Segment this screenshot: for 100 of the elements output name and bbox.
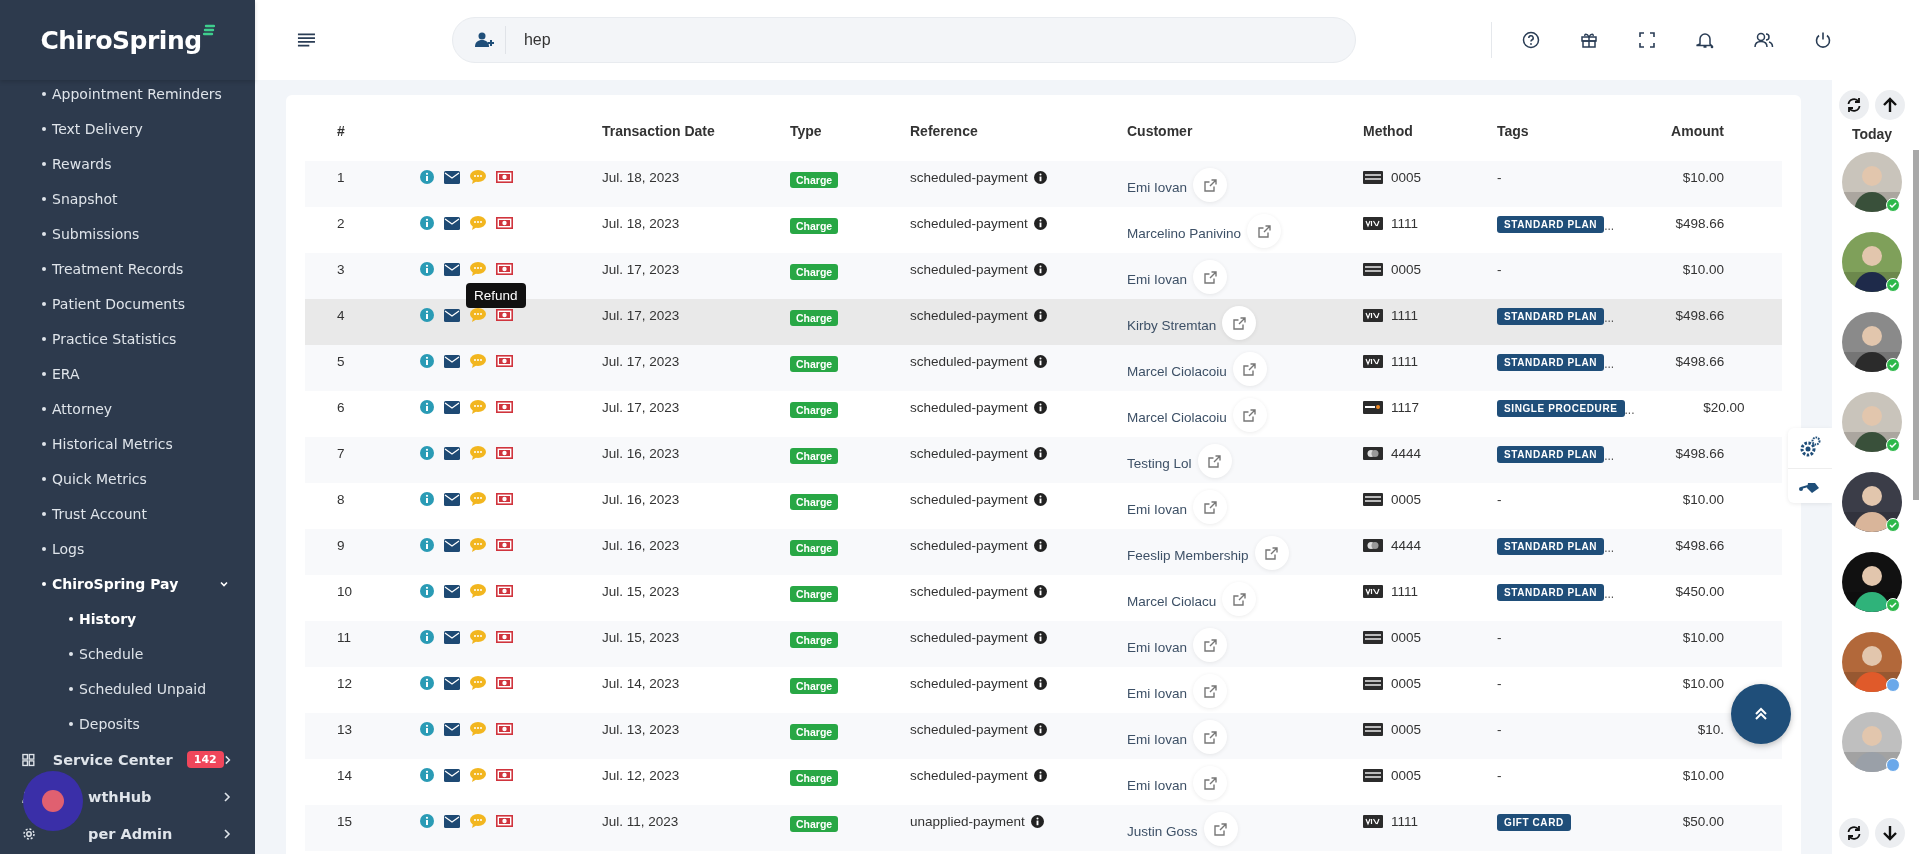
info-icon[interactable] xyxy=(1033,769,1047,782)
gears-icon[interactable] xyxy=(1799,436,1821,458)
info-icon[interactable] xyxy=(1033,263,1047,276)
customer-name[interactable]: Emi Iovan xyxy=(1127,685,1188,701)
info-icon[interactable] xyxy=(1030,815,1044,828)
sidebar-item[interactable]: Submissions xyxy=(0,216,255,251)
info-icon[interactable] xyxy=(1033,217,1047,230)
banknote-icon[interactable] xyxy=(496,217,513,229)
sidebar-item[interactable]: ERA xyxy=(0,356,255,391)
sidebar-item[interactable]: Text Delivery xyxy=(0,111,255,146)
banknote-icon[interactable] xyxy=(496,171,513,183)
banknote-icon[interactable] xyxy=(496,723,513,735)
mail-icon[interactable] xyxy=(444,584,460,598)
refresh-button[interactable] xyxy=(1839,818,1869,848)
sidebar-item[interactable]: Treatment Records xyxy=(0,251,255,286)
banknote-icon[interactable] xyxy=(496,585,513,597)
banknote-icon[interactable] xyxy=(496,309,513,321)
customer-name[interactable]: Emi Iovan xyxy=(1127,777,1188,793)
info-icon[interactable] xyxy=(1033,723,1047,736)
mail-icon[interactable] xyxy=(444,676,460,690)
banknote-icon[interactable] xyxy=(496,769,513,781)
mail-icon[interactable] xyxy=(444,354,460,368)
info-icon[interactable] xyxy=(1033,355,1047,368)
users-icon[interactable] xyxy=(1754,31,1774,49)
open-link-button[interactable] xyxy=(1232,352,1267,386)
open-link-button[interactable] xyxy=(1254,536,1289,570)
banknote-icon[interactable] xyxy=(496,263,513,275)
info-icon[interactable] xyxy=(1033,309,1047,322)
banknote-icon[interactable] xyxy=(496,493,513,505)
mail-icon[interactable] xyxy=(444,768,460,782)
open-link-button[interactable] xyxy=(1193,490,1228,524)
mail-icon[interactable] xyxy=(444,216,460,230)
sidebar-item[interactable]: Quick Metrics xyxy=(0,461,255,496)
banknote-icon[interactable] xyxy=(496,539,513,551)
power-icon[interactable] xyxy=(1814,31,1832,49)
open-link-button[interactable] xyxy=(1222,306,1257,340)
sidebar-item[interactable]: ChiroSpring Pay xyxy=(0,566,255,601)
sidebar-item[interactable]: Rewards xyxy=(0,146,255,181)
mail-icon[interactable] xyxy=(444,262,460,276)
info-icon[interactable] xyxy=(1033,631,1047,644)
banknote-icon[interactable] xyxy=(496,401,513,413)
info-icon[interactable] xyxy=(1033,447,1047,460)
customer-name[interactable]: Justin Goss xyxy=(1127,823,1198,839)
refresh-button[interactable] xyxy=(1839,90,1869,120)
customer-name[interactable]: Emi Iovan xyxy=(1127,639,1188,655)
banknote-icon[interactable] xyxy=(496,815,513,827)
customer-name[interactable]: Emi Iovan xyxy=(1127,501,1188,517)
info-icon[interactable] xyxy=(1033,677,1047,690)
scroll-down-button[interactable] xyxy=(1875,818,1905,848)
scroll-up-button[interactable] xyxy=(1875,90,1905,120)
sidebar-section[interactable]: Service Center 142 xyxy=(0,741,255,778)
open-link-button[interactable] xyxy=(1247,214,1282,248)
customer-name[interactable]: Marcelino Panivino xyxy=(1127,225,1242,241)
mail-icon[interactable] xyxy=(444,170,460,184)
mail-icon[interactable] xyxy=(444,722,460,736)
open-link-button[interactable] xyxy=(1193,720,1228,754)
open-link-button[interactable] xyxy=(1222,582,1257,616)
sidebar-item[interactable]: Deposits xyxy=(0,706,255,741)
sidebar-item[interactable]: Logs xyxy=(0,531,255,566)
mail-icon[interactable] xyxy=(444,308,460,322)
sidebar-item[interactable]: Trust Account xyxy=(0,496,255,531)
sidebar-item[interactable]: Appointment Reminders xyxy=(0,76,255,111)
sidebar-item[interactable]: Snapshot xyxy=(0,181,255,216)
sidebar-item[interactable]: Schedule xyxy=(0,636,255,671)
open-link-button[interactable] xyxy=(1193,628,1228,662)
banknote-icon[interactable] xyxy=(496,355,513,367)
gift-icon[interactable] xyxy=(1580,31,1598,49)
sidebar-item[interactable]: Patient Documents xyxy=(0,286,255,321)
record-button[interactable] xyxy=(23,771,83,831)
sidebar-item[interactable]: History xyxy=(0,601,255,636)
mail-icon[interactable] xyxy=(444,538,460,552)
mail-icon[interactable] xyxy=(444,400,460,414)
open-link-button[interactable] xyxy=(1193,766,1228,800)
open-link-button[interactable] xyxy=(1232,398,1267,432)
banknote-icon[interactable] xyxy=(496,447,513,459)
search-field[interactable]: hep xyxy=(451,17,1356,63)
logo[interactable]: ChiroSpring xyxy=(40,25,215,55)
customer-name[interactable]: Testing Lol xyxy=(1127,455,1192,471)
customer-name[interactable]: Feeslip Membership xyxy=(1127,547,1249,563)
customer-name[interactable]: Kirby Stremtan xyxy=(1127,317,1217,333)
info-icon[interactable] xyxy=(1033,539,1047,552)
sidebar-item[interactable]: Scheduled Unpaid xyxy=(0,671,255,706)
sidebar-section[interactable]: per Admin xyxy=(0,815,255,852)
customer-name[interactable]: Marcel Ciolacoiu xyxy=(1127,409,1227,425)
sidebar-item[interactable]: Practice Statistics xyxy=(0,321,255,356)
sidebar-item[interactable]: Attorney xyxy=(0,391,255,426)
customer-name[interactable]: Marcel Ciolacu xyxy=(1127,593,1217,609)
mail-icon[interactable] xyxy=(444,446,460,460)
menu-icon[interactable] xyxy=(297,32,316,48)
banknote-icon[interactable] xyxy=(496,631,513,643)
customer-name[interactable]: Emi Iovan xyxy=(1127,271,1188,287)
fullscreen-icon[interactable] xyxy=(1638,31,1656,49)
sidebar-item[interactable]: Historical Metrics xyxy=(0,426,255,461)
customer-name[interactable]: Emi Iovan xyxy=(1127,179,1188,195)
info-icon[interactable] xyxy=(1033,585,1047,598)
search-input[interactable]: hep xyxy=(521,30,1126,50)
customer-name[interactable]: Emi Iovan xyxy=(1127,731,1188,747)
open-link-button[interactable] xyxy=(1203,812,1238,846)
info-icon[interactable] xyxy=(1033,171,1047,184)
open-link-button[interactable] xyxy=(1193,674,1228,708)
